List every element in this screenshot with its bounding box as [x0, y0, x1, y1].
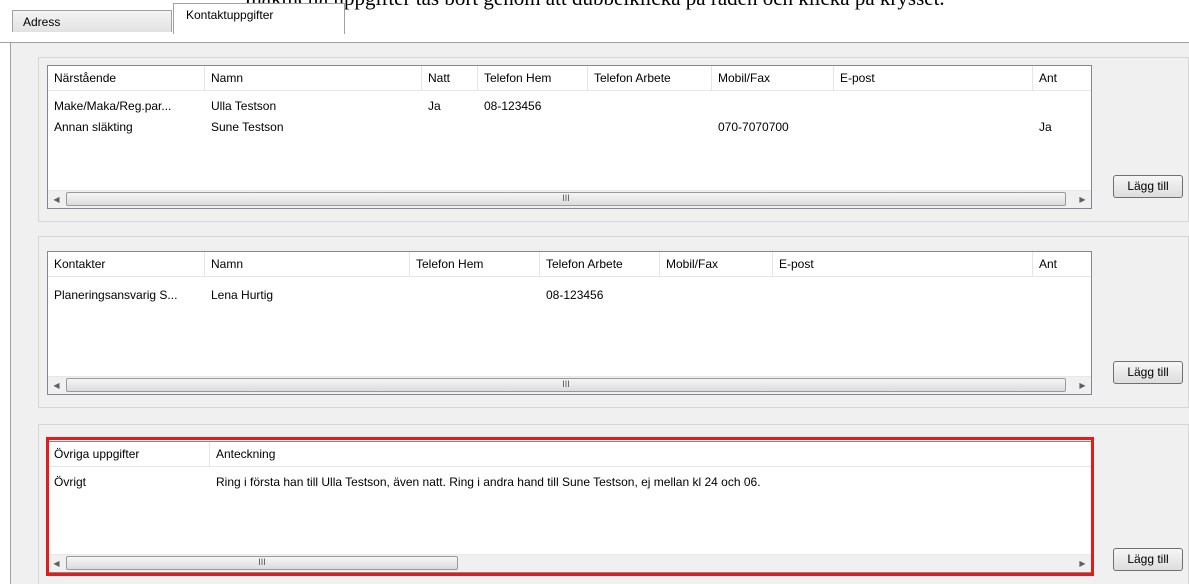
cell-natt: Ja [428, 99, 441, 113]
cell-namn: Lena Hurtig [211, 288, 274, 302]
scroll-thumb[interactable]: III [66, 192, 1066, 206]
ovriga-header: Övriga uppgifter Anteckning [48, 442, 1091, 467]
col-header-anteckning[interactable]: Anteckning [210, 442, 1091, 466]
cell-ant: Ja [1039, 120, 1052, 134]
tab-adress[interactable]: Adress [12, 10, 172, 32]
col-header-namn[interactable]: Namn [205, 66, 422, 90]
col-header-mobil-fax[interactable]: Mobil/Fax [712, 66, 834, 90]
cell-anteckning: Ring i första han till Ulla Testson, äve… [216, 475, 761, 489]
tab-baseline [0, 42, 1189, 43]
col-header-ant[interactable]: Ant [1033, 66, 1091, 90]
cell-telefon-hem [478, 118, 588, 137]
table-row[interactable]: Make/Maka/Reg.par... Ulla Testson Ja 08-… [48, 97, 1091, 116]
table-row[interactable]: Annan släkting Sune Testson 070-7070700 … [48, 118, 1091, 137]
kontakter-list[interactable]: Kontakter Namn Telefon Hem Telefon Arbet… [47, 251, 1092, 395]
kontakter-add-button[interactable]: Lägg till [1113, 361, 1183, 384]
col-header-narstaende[interactable]: Närstående [48, 66, 205, 90]
table-row[interactable]: Övrigt Ring i första han till Ulla Tests… [48, 473, 1091, 492]
cell-telefon-arbete: 08-123456 [546, 288, 604, 302]
col-header-telefon-hem[interactable]: Telefon Hem [478, 66, 588, 90]
cell-telefon-hem: 08-123456 [484, 99, 542, 113]
cell-narstaende: Make/Maka/Reg.par... [54, 99, 172, 113]
cell-mobil-fax [712, 97, 834, 116]
cell-kontakter: Planeringsansvarig S... [54, 288, 178, 302]
col-header-mobil-fax[interactable]: Mobil/Fax [660, 252, 773, 276]
cell-ovriga-uppgifter: Övrigt [54, 475, 87, 489]
ovriga-add-button[interactable]: Lägg till [1113, 548, 1183, 571]
scroll-thumb[interactable]: III [66, 556, 458, 570]
scroll-right-arrow-icon[interactable]: ▶ [1074, 377, 1091, 394]
cell-narstaende: Annan släkting [54, 120, 133, 134]
scroll-left-arrow-icon[interactable]: ◀ [48, 555, 65, 572]
scroll-left-arrow-icon[interactable]: ◀ [48, 191, 65, 208]
scroll-left-arrow-icon[interactable]: ◀ [48, 377, 65, 394]
table-row[interactable]: Planeringsansvarig S... Lena Hurtig 08-1… [48, 286, 1091, 305]
kontakter-horizontal-scrollbar[interactable]: ◀ III ▶ [48, 376, 1091, 394]
narstaende-add-button[interactable]: Lägg till [1113, 175, 1183, 198]
ovriga-horizontal-scrollbar[interactable]: ◀ III ▶ [48, 554, 1091, 572]
narstaende-horizontal-scrollbar[interactable]: ◀ III ▶ [48, 190, 1091, 208]
cell-mobil-fax: 070-7070700 [718, 120, 789, 134]
col-header-ant[interactable]: Ant [1033, 252, 1091, 276]
cell-namn: Ulla Testson [211, 99, 277, 113]
narstaende-header: Närstående Namn Natt Telefon Hem Telefon… [48, 66, 1091, 91]
col-header-telefon-arbete[interactable]: Telefon Arbete [540, 252, 660, 276]
col-header-kontakter[interactable]: Kontakter [48, 252, 205, 276]
ovriga-list[interactable]: Övriga uppgifter Anteckning Övrigt Ring … [47, 441, 1092, 573]
col-header-namn[interactable]: Namn [205, 252, 410, 276]
col-header-telefon-arbete[interactable]: Telefon Arbete [588, 66, 712, 90]
cell-natt [422, 118, 478, 137]
tab-kontaktuppgifter[interactable]: Kontaktuppgifter [173, 3, 345, 34]
col-header-ovriga-uppgifter[interactable]: Övriga uppgifter [48, 442, 210, 466]
kontakter-header: Kontakter Namn Telefon Hem Telefon Arbet… [48, 252, 1091, 277]
tab-panel-left-border [10, 42, 11, 584]
narstaende-list[interactable]: Närstående Namn Natt Telefon Hem Telefon… [47, 65, 1092, 209]
cell-namn: Sune Testson [211, 120, 284, 134]
col-header-telefon-hem[interactable]: Telefon Hem [410, 252, 540, 276]
scroll-thumb[interactable]: III [66, 378, 1066, 392]
col-header-natt[interactable]: Natt [422, 66, 478, 90]
scroll-right-arrow-icon[interactable]: ▶ [1074, 191, 1091, 208]
scroll-right-arrow-icon[interactable]: ▶ [1074, 555, 1091, 572]
col-header-e-post[interactable]: E-post [834, 66, 1033, 90]
cell-ant [1033, 97, 1091, 116]
col-header-e-post[interactable]: E-post [773, 252, 1033, 276]
